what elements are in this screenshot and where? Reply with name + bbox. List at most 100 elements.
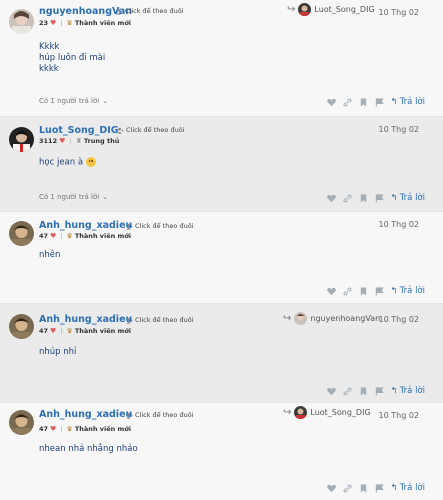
- user-meta: 47 ♥ | ♛ Thành viên mới: [39, 425, 131, 433]
- avatar-small: [298, 3, 312, 16]
- flag-icon[interactable]: [375, 386, 384, 396]
- rank-label: Thành viên mới: [74, 232, 132, 240]
- rank-icon: ♜: [75, 137, 82, 145]
- follow-link[interactable]: Click để theo đuôi: [117, 126, 184, 134]
- reply-to-link[interactable]: ↪ Luot_Song_DIG: [287, 3, 375, 16]
- username[interactable]: Luot_Song_DIG: [39, 125, 119, 136]
- rank-icon: ♛: [66, 425, 73, 433]
- score: 47: [39, 232, 49, 240]
- score: 23: [39, 19, 49, 27]
- like-icon[interactable]: [326, 387, 336, 396]
- post-actions: ↰ Trả lời: [326, 97, 425, 107]
- follow-link[interactable]: Click để theo đuôi: [126, 222, 193, 230]
- reply-icon: ↰: [390, 193, 398, 203]
- rank-label: Thành viên mới: [74, 19, 132, 27]
- post: nguyenhoangVan Click để theo đuôi 23 ♥ |…: [0, 0, 443, 117]
- divider: |: [60, 19, 63, 27]
- username[interactable]: Anh_hung_xadieu: [39, 220, 132, 231]
- reply-to-link[interactable]: ↪ nguyenhoangVan: [283, 312, 380, 325]
- chevron-down-icon: ⌄: [102, 97, 109, 105]
- post-line: nhên: [39, 250, 61, 260]
- avatar[interactable]: [9, 127, 34, 152]
- avatar-small: [294, 312, 308, 325]
- score: 47: [39, 327, 49, 335]
- bookmark-icon[interactable]: [359, 97, 368, 107]
- divider: |: [69, 137, 72, 145]
- post: Anh_hung_xadieu Click để theo đuôi 47 ♥ …: [0, 304, 443, 403]
- divider: |: [60, 327, 63, 335]
- post-body: nhên: [39, 250, 60, 261]
- reply-button[interactable]: ↰ Trả lời: [391, 386, 425, 396]
- link-icon[interactable]: [343, 97, 352, 107]
- post-body: học jean à: [39, 157, 96, 169]
- post: Anh_hung_xadieu Click để theo đuôi 47 ♥ …: [0, 212, 443, 304]
- post-line: nhean nhả nhẳng nhảo: [39, 444, 138, 454]
- like-icon[interactable]: [326, 194, 336, 203]
- post-date[interactable]: 10 Thg 02: [379, 8, 419, 17]
- replies-toggle[interactable]: Có 1 người trả lời ⌄: [39, 97, 108, 105]
- reply-icon: ↰: [390, 483, 398, 493]
- username[interactable]: Anh_hung_xadieu: [39, 409, 132, 420]
- avatar[interactable]: [9, 410, 34, 435]
- user-meta: 3112 ♥ | ♜ Trung thủ: [39, 137, 119, 145]
- post-line: húp luôn đi mài: [39, 53, 106, 63]
- follow-link[interactable]: Click để theo đuôi: [116, 7, 183, 15]
- flag-icon[interactable]: [375, 286, 384, 296]
- reply-arrow-icon: ↪: [283, 407, 292, 418]
- like-icon[interactable]: [326, 98, 336, 107]
- reply-icon: ↰: [390, 386, 398, 396]
- reply-button[interactable]: ↰ Trả lời: [391, 193, 425, 203]
- bookmark-icon[interactable]: [359, 386, 368, 396]
- rank-label: Thành viên mới: [74, 327, 132, 335]
- bookmark-icon[interactable]: [359, 193, 368, 203]
- user-meta: 47 ♥ | ♛ Thành viên mới: [39, 327, 131, 335]
- rank-icon: ♛: [66, 19, 73, 27]
- user-follow-icon: [117, 127, 124, 134]
- like-icon[interactable]: [326, 287, 336, 296]
- post-body: Kkkk húp luôn đi mài kkkk: [39, 42, 105, 75]
- user-meta: 23 ♥ | ♛ Thành viên mới: [39, 19, 131, 27]
- avatar-small: [294, 406, 308, 419]
- link-icon[interactable]: [343, 483, 352, 493]
- flag-icon[interactable]: [375, 193, 384, 203]
- divider: |: [60, 232, 63, 240]
- score: 3112: [39, 137, 58, 145]
- reply-button[interactable]: ↰ Trả lời: [391, 286, 425, 296]
- user-follow-icon: [126, 223, 133, 230]
- reply-button[interactable]: ↰ Trả lời: [391, 97, 425, 107]
- post-line: nhúp nhỉ: [39, 347, 77, 357]
- bookmark-icon[interactable]: [359, 286, 368, 296]
- replies-toggle[interactable]: Có 1 người trả lời ⌄: [39, 193, 108, 201]
- link-icon[interactable]: [343, 386, 352, 396]
- rank-icon: ♛: [66, 232, 73, 240]
- avatar[interactable]: [9, 221, 34, 246]
- link-icon[interactable]: [343, 286, 352, 296]
- flag-icon[interactable]: [375, 97, 384, 107]
- post-body: nhean nhả nhẳng nhảo: [39, 444, 138, 455]
- post-date[interactable]: 10 Thg 02: [379, 220, 419, 229]
- avatar[interactable]: [9, 314, 34, 339]
- link-icon[interactable]: [343, 193, 352, 203]
- divider: |: [60, 425, 63, 433]
- post-date[interactable]: 10 Thg 02: [379, 411, 419, 420]
- username[interactable]: Anh_hung_xadieu: [39, 314, 132, 325]
- rank-icon: ♛: [66, 327, 73, 335]
- flag-icon[interactable]: [375, 483, 384, 493]
- post-actions: ↰ Trả lời: [326, 483, 425, 493]
- follow-link[interactable]: Click để theo đuôi: [126, 316, 193, 324]
- chevron-down-icon: ⌄: [102, 193, 109, 201]
- avatar[interactable]: [9, 9, 34, 34]
- post-line: Kkkk: [39, 42, 60, 52]
- heart-icon: ♥: [50, 232, 57, 240]
- reply-arrow-icon: ↪: [287, 4, 296, 15]
- post-date[interactable]: 10 Thg 02: [379, 315, 419, 324]
- rank-label: Thành viên mới: [74, 425, 132, 433]
- reply-to-link[interactable]: ↪ Luot_Song_DIG: [283, 406, 371, 419]
- smile-emoji-icon: [85, 157, 96, 167]
- user-meta: 47 ♥ | ♛ Thành viên mới: [39, 232, 131, 240]
- post-date[interactable]: 10 Thg 02: [379, 125, 419, 134]
- like-icon[interactable]: [326, 484, 336, 493]
- reply-button[interactable]: ↰ Trả lời: [391, 483, 425, 493]
- follow-link[interactable]: Click để theo đuôi: [126, 411, 193, 419]
- bookmark-icon[interactable]: [359, 483, 368, 493]
